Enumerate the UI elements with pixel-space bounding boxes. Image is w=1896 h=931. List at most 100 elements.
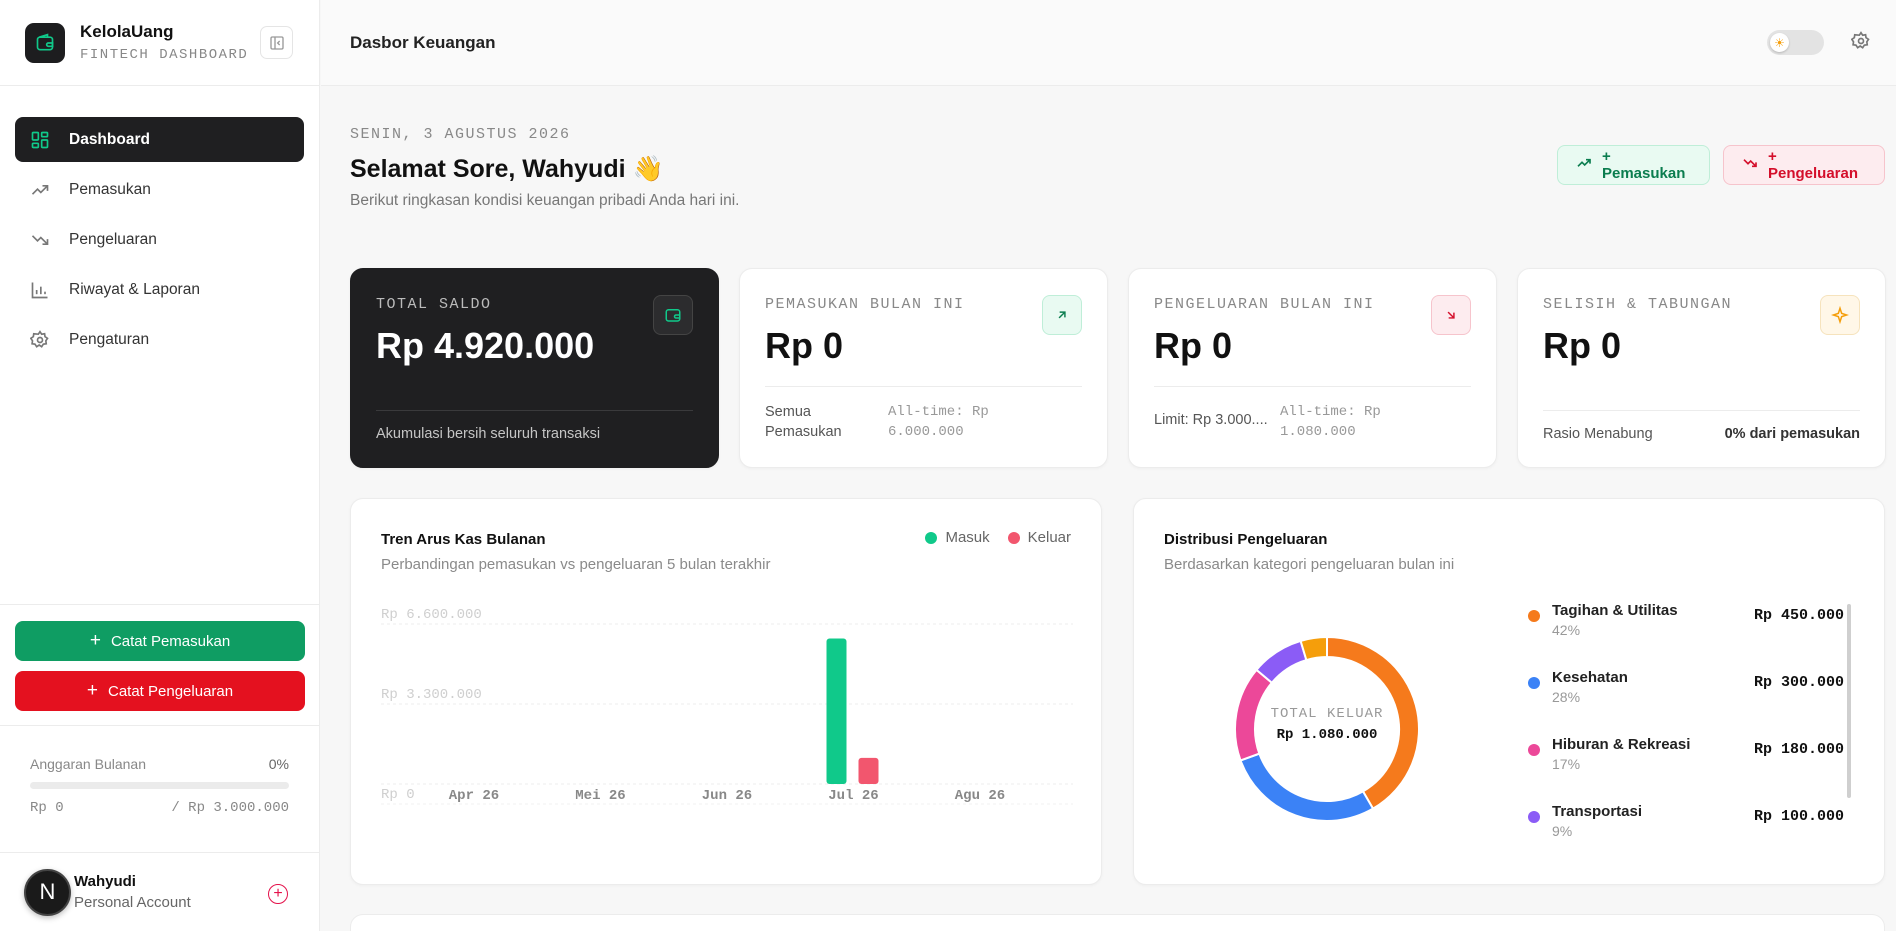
list-item[interactable]: Tagihan & Utilitas 42% Rp 450.000 — [1528, 602, 1850, 669]
current-date: SENIN, 3 AGUSTUS 2026 — [350, 126, 571, 143]
theme-toggle[interactable]: ☀ — [1767, 30, 1824, 55]
donut-slice[interactable] — [1255, 639, 1308, 685]
expense-month-card: PENGELUARAN BULAN INI Rp 0 Limit: Rp 3.0… — [1128, 268, 1497, 468]
bar-chart-icon — [30, 280, 50, 300]
cashflow-chart-card: Tren Arus Kas Bulanan Perbandingan pemas… — [350, 498, 1102, 885]
stat-label: SELISIH & TABUNGAN — [1543, 296, 1733, 313]
category-list-scrollbar[interactable] — [1847, 604, 1851, 798]
add-expense-button[interactable]: + Pengeluaran — [1723, 145, 1885, 185]
legend-swatch — [925, 531, 938, 544]
donut-slice[interactable] — [1299, 635, 1328, 662]
grid-icon — [30, 130, 50, 150]
trend-down-icon — [30, 230, 50, 250]
nav-label: Dashboard — [69, 130, 150, 148]
settings-gear-icon[interactable] — [1850, 31, 1871, 56]
brand-name: KelolaUang — [80, 22, 174, 41]
trend-down-icon — [1742, 155, 1758, 175]
budget-used: Rp 0 — [30, 800, 64, 816]
button-label: Catat Pemasukan — [110, 632, 231, 650]
add-income-button[interactable]: + Pemasukan — [1557, 145, 1710, 185]
budget-percent: 0% — [268, 756, 289, 772]
budget-progress-bar — [30, 782, 289, 789]
stat-alltime: All-time: Rp 6.000.000 — [888, 404, 989, 440]
arrow-down-right-icon — [1431, 295, 1471, 335]
sun-icon: ☀ — [1770, 33, 1789, 52]
budget-label: Anggaran Bulanan — [30, 756, 146, 772]
topbar: Dasbor Keuangan ☀ — [321, 0, 1896, 86]
list-item[interactable]: Hiburan & Rekreasi 17% Rp 180.000 — [1528, 736, 1850, 803]
user-profile[interactable]: N Wahyudi Personal Account + — [0, 852, 320, 931]
stat-alltime: All-time: Rp 1.080.000 — [1280, 404, 1381, 440]
legend-item-keluar[interactable]: Keluar — [1007, 529, 1071, 546]
category-name: Kesehatan — [1552, 669, 1628, 686]
arrow-up-right-icon — [1042, 295, 1082, 335]
category-color-dot — [1528, 610, 1540, 622]
nav-item-riwayat[interactable]: Riwayat & Laporan — [15, 267, 304, 312]
gear-icon — [30, 329, 50, 350]
wallet-logo-icon — [25, 22, 65, 63]
main-nav: Dashboard Pemasukan Pengeluaran Riwayat … — [15, 117, 304, 367]
nav-label: Pengeluaran — [69, 230, 157, 248]
nav-item-dashboard[interactable]: Dashboard — [15, 117, 304, 162]
y-tick-label: Rp 3.300.000 — [381, 687, 482, 703]
bar-keluar[interactable] — [858, 757, 879, 784]
legend-label: Masuk — [945, 529, 990, 546]
donut-center-value: Rp 1.080.000 — [1276, 727, 1378, 743]
category-amount: Rp 180.000 — [1753, 741, 1844, 758]
x-tick-label: Jun 26 — [702, 788, 752, 804]
legend-label: Keluar — [1027, 529, 1071, 546]
user-account-type: Personal Account — [74, 894, 191, 911]
stat-label: PEMASUKAN BULAN INI — [765, 296, 965, 313]
donut-center-label: TOTAL KELUAR — [1270, 706, 1384, 722]
category-amount: Rp 450.000 — [1753, 607, 1844, 624]
greeting-title: Selamat Sore, Wahyudi 👋 — [350, 155, 664, 183]
category-color-dot — [1528, 811, 1540, 823]
stat-footer: Akumulasi bersih seluruh transaksi — [376, 410, 693, 442]
chart-title: Distribusi Pengeluaran — [1164, 531, 1328, 548]
bar-masuk[interactable] — [826, 638, 847, 784]
wallet-icon — [653, 295, 693, 335]
y-tick-label: Rp 0 — [381, 787, 415, 803]
expense-distribution-card: Distribusi Pengeluaran Berdasarkan kateg… — [1133, 498, 1885, 885]
stat-value: Rp 4.920.000 — [376, 325, 595, 366]
catat-pemasukan-button[interactable]: + Catat Pemasukan — [15, 621, 305, 661]
greeting-subtitle: Berikut ringkasan kondisi keuangan priba… — [350, 192, 740, 209]
category-name: Tagihan & Utilitas — [1552, 602, 1678, 619]
nav-item-pemasukan[interactable]: Pemasukan — [15, 167, 304, 212]
stat-footer: Rasio Menabung 0% dari pemasukan — [1543, 410, 1860, 442]
nav-label: Pemasukan — [69, 180, 151, 198]
nav-item-pengeluaran[interactable]: Pengeluaran — [15, 217, 304, 262]
brand-subtitle: FINTECH DASHBOARD — [80, 47, 249, 63]
total-balance-card: TOTAL SALDO Rp 4.920.000 Akumulasi bersi… — [350, 268, 719, 468]
nav-item-pengaturan[interactable]: Pengaturan — [15, 317, 304, 362]
button-label: Catat Pengeluaran — [108, 682, 234, 700]
category-amount: Rp 100.000 — [1753, 808, 1844, 825]
legend-item-masuk[interactable]: Masuk — [925, 529, 990, 546]
savings-ratio: 0% dari pemasukan — [1724, 426, 1860, 442]
list-item[interactable]: Kesehatan 28% Rp 300.000 — [1528, 669, 1850, 736]
stat-footer: Semua Pemasukan All-time: Rp 6.000.000 — [765, 386, 1082, 442]
chart-subtitle: Berdasarkan kategori pengeluaran bulan i… — [1164, 556, 1455, 573]
savings-card: SELISIH & TABUNGAN Rp 0 Rasio Menabung 0… — [1517, 268, 1886, 468]
collapse-sidebar-button[interactable] — [260, 26, 293, 59]
income-month-card: PEMASUKAN BULAN INI Rp 0 Semua Pemasukan… — [739, 268, 1108, 468]
catat-pengeluaran-button[interactable]: + Catat Pengeluaran — [15, 671, 305, 711]
chart-subtitle: Perbandingan pemasukan vs pengeluaran 5 … — [381, 556, 771, 573]
chart-legend: Masuk Keluar — [907, 529, 1071, 546]
next-section-card — [350, 914, 1885, 931]
plus-icon: + — [89, 630, 101, 651]
list-item[interactable]: Transportasi 9% Rp 100.000 — [1528, 803, 1850, 870]
category-color-dot — [1528, 744, 1540, 756]
stat-label: TOTAL SALDO — [376, 296, 492, 313]
stat-footer: Limit: Rp 3.000.... All-time: Rp 1.080.0… — [1154, 386, 1471, 442]
plus-icon: + — [86, 680, 98, 701]
y-tick-label: Rp 6.600.000 — [381, 607, 482, 623]
add-circle-icon[interactable]: + — [268, 884, 288, 904]
category-name: Transportasi — [1552, 803, 1643, 820]
stat-footnote: Semua Pemasukan — [765, 404, 842, 440]
nav-label: Riwayat & Laporan — [69, 280, 200, 298]
donut-slice[interactable] — [1239, 752, 1375, 822]
legend-swatch — [1007, 531, 1020, 544]
category-percent: 9% — [1552, 823, 1573, 839]
button-label: + Pengeluaran — [1768, 148, 1859, 182]
